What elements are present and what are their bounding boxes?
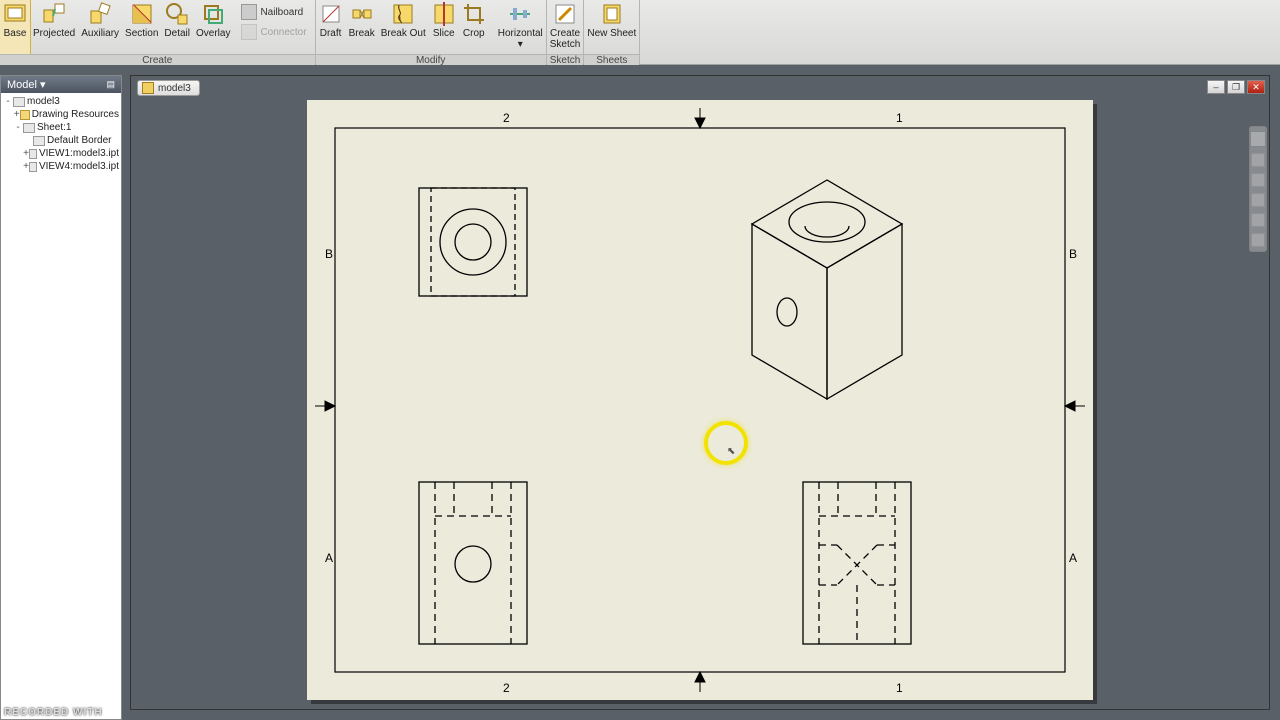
nailboard-label: Nailboard bbox=[260, 7, 303, 18]
overlay-label: Overlay bbox=[196, 28, 230, 39]
tree-item-label: Default Border bbox=[47, 135, 111, 146]
model-browser-title: Model ▾ bbox=[7, 78, 46, 91]
slice-button[interactable]: Slice bbox=[429, 0, 459, 54]
ribbon-group-sketch: Create Sketch Sketch bbox=[547, 0, 585, 64]
base-view-button[interactable]: Base bbox=[0, 0, 30, 54]
doc-icon bbox=[29, 162, 37, 172]
group-label-modify: Modify bbox=[316, 54, 546, 65]
doc-icon bbox=[33, 136, 45, 146]
ribbon-group-create: Base Projected Auxiliary Section Detail … bbox=[0, 0, 316, 64]
auxiliary-label: Auxiliary bbox=[81, 28, 119, 39]
create-sketch-label: Create Sketch bbox=[550, 28, 581, 50]
draft-button[interactable]: Draft bbox=[316, 0, 346, 54]
child-minimize-button[interactable]: – bbox=[1207, 80, 1225, 94]
tree-root-label: model3 bbox=[27, 96, 60, 107]
create-small-buttons: Nailboard Connector bbox=[233, 0, 314, 44]
connector-button: Connector bbox=[237, 22, 310, 42]
detail-view-button[interactable]: Detail bbox=[161, 0, 193, 54]
view-cube-icon[interactable] bbox=[1250, 131, 1266, 147]
zone-row-b-right: B bbox=[1069, 247, 1077, 261]
zone-row-b-left: B bbox=[325, 247, 333, 261]
panel-toggle-icon[interactable]: ▤ bbox=[106, 79, 115, 90]
twist-icon[interactable]: - bbox=[13, 122, 23, 133]
tree-item[interactable]: Default Border bbox=[3, 134, 119, 147]
zone-row-a-left: A bbox=[325, 551, 333, 565]
tree-item[interactable]: +VIEW4:model3.ipt bbox=[3, 160, 119, 173]
nailboard-icon bbox=[241, 4, 257, 20]
document-tab[interactable]: model3 bbox=[137, 80, 200, 96]
model-browser-body: - model3 +Drawing Resources-Sheet:1 Defa… bbox=[1, 93, 121, 175]
connector-label: Connector bbox=[260, 27, 306, 38]
slice-label: Slice bbox=[433, 28, 455, 39]
section-label: Section bbox=[125, 28, 158, 39]
tree-item-label: Sheet:1 bbox=[37, 122, 71, 133]
doc-icon bbox=[29, 149, 37, 159]
base-label: Base bbox=[4, 28, 27, 39]
tree-item-label: VIEW4:model3.ipt bbox=[39, 161, 119, 172]
drawing-icon bbox=[13, 97, 25, 107]
nailboard-button[interactable]: Nailboard bbox=[237, 2, 310, 22]
mdi-client-area: model3 – ❐ ✕ 2 1 2 1 B A B bbox=[130, 75, 1270, 710]
tree-item[interactable]: + Drawing Resources bbox=[3, 108, 119, 121]
breakout-label: Break Out bbox=[381, 28, 426, 39]
tree-root[interactable]: - model3 bbox=[3, 95, 119, 108]
tree-item[interactable]: - Sheet:1 bbox=[3, 121, 119, 134]
group-label-create: Create bbox=[0, 54, 315, 65]
tree-item-label: VIEW1:model3.ipt bbox=[39, 148, 119, 159]
child-restore-button[interactable]: ❐ bbox=[1227, 80, 1245, 94]
pan-button[interactable] bbox=[1251, 153, 1265, 167]
watermark-text: RECORDED WITH bbox=[4, 707, 103, 718]
crop-button[interactable]: Crop bbox=[459, 0, 489, 54]
section-view-button[interactable]: Section bbox=[122, 0, 161, 54]
ribbon: Base Projected Auxiliary Section Detail … bbox=[0, 0, 1280, 65]
break-button[interactable]: Break bbox=[346, 0, 378, 54]
model-browser-panel: Model ▾ ▤ - model3 +Drawing Resources-Sh… bbox=[0, 75, 122, 720]
create-sketch-button[interactable]: Create Sketch bbox=[547, 0, 584, 54]
zone-row-a-right: A bbox=[1069, 551, 1077, 565]
detail-label: Detail bbox=[164, 28, 190, 39]
projected-view-button[interactable]: Projected bbox=[30, 0, 78, 54]
horizontal-align-button[interactable]: Horizontal ▾ bbox=[495, 0, 546, 54]
document-icon bbox=[142, 82, 154, 94]
child-close-button[interactable]: ✕ bbox=[1247, 80, 1265, 94]
horizontal-label: Horizontal ▾ bbox=[498, 28, 543, 50]
zone-col-2-top: 2 bbox=[503, 111, 510, 125]
orbit-button[interactable] bbox=[1251, 193, 1265, 207]
zone-col-2-bottom: 2 bbox=[503, 681, 510, 695]
doc-icon bbox=[23, 123, 35, 133]
document-title: model3 bbox=[158, 83, 191, 94]
crop-label: Crop bbox=[463, 28, 485, 39]
twist-icon[interactable] bbox=[23, 135, 33, 146]
connector-icon bbox=[241, 24, 257, 40]
home-button[interactable] bbox=[1251, 233, 1265, 247]
lookat-button[interactable] bbox=[1251, 213, 1265, 227]
tree-item[interactable]: +VIEW1:model3.ipt bbox=[3, 147, 119, 160]
zoom-button[interactable] bbox=[1251, 173, 1265, 187]
model-browser-header[interactable]: Model ▾ ▤ bbox=[1, 76, 121, 93]
twist-icon[interactable]: - bbox=[3, 96, 13, 107]
drawing-sheet[interactable]: 2 1 2 1 B A B A bbox=[307, 100, 1093, 700]
ribbon-group-modify: Draft Break Break Out Slice Crop Horizon… bbox=[316, 0, 547, 64]
tree-item-label: Drawing Resources bbox=[32, 109, 119, 120]
group-label-sheets: Sheets bbox=[584, 54, 639, 65]
zone-col-1-top: 1 bbox=[896, 111, 903, 125]
auxiliary-view-button[interactable]: Auxiliary bbox=[78, 0, 122, 54]
projected-label: Projected bbox=[33, 28, 75, 39]
new-sheet-label: New Sheet bbox=[587, 28, 636, 39]
view-nav-bar bbox=[1249, 126, 1267, 252]
child-window-controls: – ❐ ✕ bbox=[1205, 80, 1265, 94]
breakout-button[interactable]: Break Out bbox=[378, 0, 429, 54]
draft-label: Draft bbox=[320, 28, 342, 39]
overlay-view-button[interactable]: Overlay bbox=[193, 0, 233, 54]
zone-col-1-bottom: 1 bbox=[896, 681, 903, 695]
sheet-svg: 2 1 2 1 B A B A bbox=[307, 100, 1093, 700]
break-label: Break bbox=[349, 28, 375, 39]
group-label-sketch: Sketch bbox=[547, 54, 584, 65]
new-sheet-button[interactable]: New Sheet bbox=[584, 0, 639, 54]
folder-icon bbox=[20, 110, 29, 120]
ribbon-group-sheets: New Sheet Sheets bbox=[584, 0, 640, 64]
twist-icon[interactable]: + bbox=[13, 109, 20, 120]
